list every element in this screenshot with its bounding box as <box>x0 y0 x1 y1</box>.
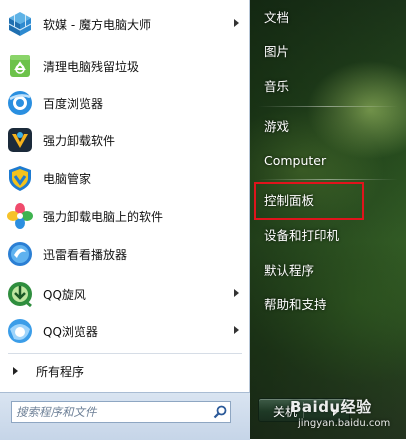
baidu-browser-icon <box>5 88 35 118</box>
search-box[interactable] <box>11 401 231 423</box>
submenu-arrow-icon[interactable] <box>234 326 239 334</box>
right-item-pictures[interactable]: 图片 <box>264 42 289 62</box>
right-item-devices-printers[interactable]: 设备和打印机 <box>264 226 339 246</box>
all-programs-label: 所有程序 <box>36 364 85 379</box>
program-item-xunlei-player[interactable]: 迅雷看看播放器 <box>3 236 247 272</box>
right-item-games[interactable]: 游戏 <box>264 117 289 137</box>
expand-arrow-icon <box>13 367 18 375</box>
all-programs-item[interactable]: 所有程序 <box>3 360 247 382</box>
program-label: 迅雷看看播放器 <box>43 247 128 262</box>
program-item-uninstall-software[interactable]: 强力卸载电脑上的软件 <box>3 198 247 234</box>
right-item-help-support[interactable]: 帮助和支持 <box>264 295 327 315</box>
program-label: QQ浏览器 <box>43 324 98 339</box>
right-item-documents[interactable]: 文档 <box>264 8 289 28</box>
program-label: 清理电脑残留垃圾 <box>43 59 140 74</box>
control-panel-highlight-box <box>254 182 364 220</box>
cube-master-icon <box>5 9 35 39</box>
right-item-music[interactable]: 音乐 <box>264 77 289 97</box>
program-item-pc-manager[interactable]: 电脑管家 <box>3 160 247 196</box>
shield-icon <box>5 163 35 193</box>
start-menu-left-pane: 软媒 - 魔方电脑大师 清理电脑残留垃圾 百度浏览器 强力卸载软件 电脑管家 强… <box>0 0 250 440</box>
program-label: 强力卸载软件 <box>43 133 116 148</box>
qq-browser-icon <box>5 316 35 346</box>
right-separator <box>258 179 398 180</box>
program-item-clean-junk[interactable]: 清理电脑残留垃圾 <box>3 48 247 84</box>
qq-whirlwind-icon <box>5 279 35 309</box>
left-separator <box>8 353 242 354</box>
program-label: 强力卸载电脑上的软件 <box>43 209 164 224</box>
baidu-watermark: Baidu经验 <box>290 398 372 416</box>
program-item-cube-master[interactable]: 软媒 - 魔方电脑大师 <box>3 6 247 42</box>
uninstaller-icon <box>5 125 35 155</box>
right-item-default-programs[interactable]: 默认程序 <box>264 261 314 281</box>
program-label: QQ旋风 <box>43 287 86 302</box>
search-input[interactable] <box>16 403 206 421</box>
submenu-arrow-icon[interactable] <box>234 289 239 297</box>
program-label: 软媒 - 魔方电脑大师 <box>43 17 151 32</box>
submenu-arrow-icon[interactable] <box>234 19 239 27</box>
program-item-qq-browser[interactable]: QQ浏览器 <box>3 313 247 349</box>
program-item-qq-whirlwind[interactable]: QQ旋风 <box>3 276 247 312</box>
pinwheel-icon <box>5 201 35 231</box>
right-item-computer[interactable]: Computer <box>264 151 326 171</box>
search-area <box>0 392 250 440</box>
baidu-watermark-url: jingyan.baidu.com <box>298 418 391 429</box>
xunlei-player-icon <box>5 239 35 269</box>
program-label: 电脑管家 <box>43 171 92 186</box>
right-separator <box>258 106 398 107</box>
search-icon[interactable] <box>212 404 228 420</box>
program-label: 百度浏览器 <box>43 96 104 111</box>
program-item-uninstaller[interactable]: 强力卸载软件 <box>3 122 247 158</box>
program-item-baidu-browser[interactable]: 百度浏览器 <box>3 85 247 121</box>
recycle-bin-icon <box>5 51 35 81</box>
